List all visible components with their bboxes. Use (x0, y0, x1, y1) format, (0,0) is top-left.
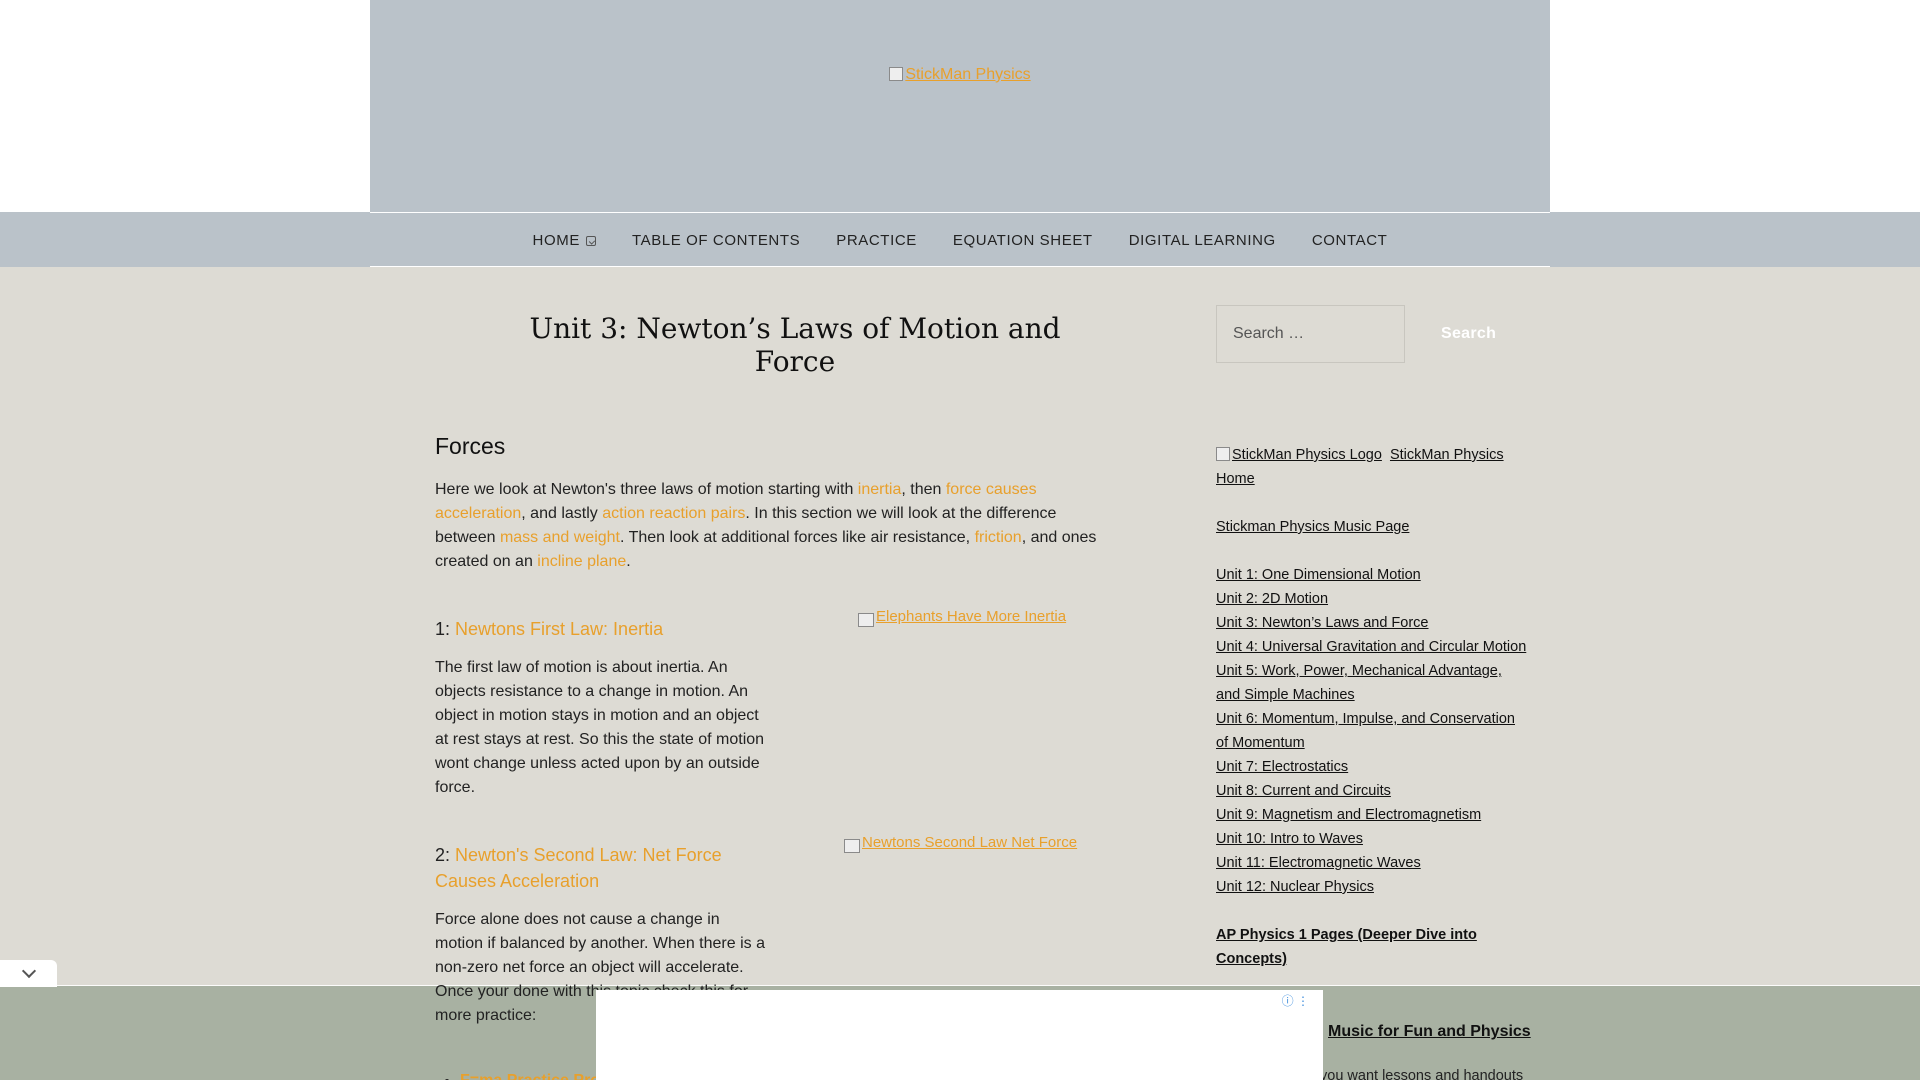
sidebar: Search … Search StickMan Physics Logo St… (1216, 305, 1530, 971)
search-form: Search … Search (1216, 305, 1530, 363)
unit-9-link[interactable]: Unit 9: Magnetism and Electromagnetism (1216, 803, 1530, 827)
unit-1-link[interactable]: Unit 1: One Dimensional Motion (1216, 563, 1530, 587)
ap-physics-block: AP Physics 1 Pages (Deeper Dive into Con… (1216, 923, 1530, 971)
second-law-image-link[interactable]: Newtons Second Law Net Force (844, 834, 1077, 853)
broken-image-icon (858, 613, 874, 627)
nav-contact[interactable]: CONTACT (1294, 232, 1406, 249)
broken-image-icon (889, 67, 904, 81)
law-2-block: 2: Newton's Second Law: Net Force Causes… (435, 834, 1105, 994)
law-1-heading: 1: Newtons First Law: Inertia (435, 616, 765, 642)
ad-info-glyph: ⓘ (1281, 994, 1294, 1008)
law-2-heading: 2: Newton's Second Law: Net Force Causes… (435, 842, 765, 894)
newtons-second-law-link[interactable]: Newton's Second Law: Net Force Causes Ac… (435, 845, 722, 891)
mass-and-weight-link[interactable]: mass and weight (500, 529, 620, 546)
elephants-image-alt: Elephants Have More Inertia (876, 608, 1067, 625)
law-2-number: 2: (435, 845, 456, 865)
unit-8-link[interactable]: Unit 8: Current and Circuits (1216, 779, 1530, 803)
header-band: StickMan Physics (0, 0, 1920, 212)
site-logo-alt: StickMan Physics (905, 66, 1031, 83)
nav-practice[interactable]: PRACTICE (818, 232, 935, 249)
elephants-image-link[interactable]: Elephants Have More Inertia (858, 608, 1066, 627)
incline-plane-link[interactable]: incline plane (537, 553, 626, 570)
ad-collapse-button[interactable] (0, 960, 57, 987)
law-2-body: Force alone does not cause a change in m… (435, 911, 765, 976)
intro-paragraph: Here we look at Newton's three laws of m… (435, 478, 1105, 574)
law-1-number: 1: (435, 619, 456, 639)
law-1-block: 1: Newtons First Law: Inertia The first … (435, 608, 1105, 806)
broken-image-icon (844, 839, 860, 853)
nav-table-of-contents[interactable]: TABLE OF CONTENTS (614, 232, 818, 249)
intro-text: . Then look at additional forces like ai… (620, 529, 975, 546)
intro-text: . (626, 553, 631, 570)
unit-7-link[interactable]: Unit 7: Electrostatics (1216, 755, 1530, 779)
nav-home-label: HOME (532, 232, 580, 249)
intro-text: Here we look at Newton's three laws of m… (435, 481, 858, 498)
unit-3-link[interactable]: Unit 3: Newton’s Laws and Force (1216, 611, 1530, 635)
action-reaction-pairs-link[interactable]: action reaction pairs (602, 505, 745, 522)
search-button[interactable]: Search (1427, 317, 1510, 351)
unit-5-link[interactable]: Unit 5: Work, Power, Mechanical Advantag… (1216, 659, 1530, 707)
site-header: StickMan Physics (370, 0, 1550, 212)
unit-12-link[interactable]: Unit 12: Nuclear Physics (1216, 875, 1530, 899)
unit-2-link[interactable]: Unit 2: 2D Motion (1216, 587, 1530, 611)
ap-physics-link[interactable]: AP Physics 1 Pages (Deeper Dive into Con… (1216, 923, 1530, 971)
search-input[interactable]: Search … (1216, 305, 1405, 363)
sidebar-logo-alt: StickMan Physics Logo (1232, 447, 1382, 463)
sidebar-trailing-text: you want lessons and handouts (1320, 1068, 1524, 1080)
newtons-first-law-link[interactable]: Newtons First Law: Inertia (455, 619, 663, 639)
second-law-image-alt: Newtons Second Law Net Force (862, 834, 1078, 851)
main-content: Unit 3: Newton’s Laws of Motion and Forc… (435, 300, 1105, 994)
ad-box[interactable]: ⓘ ⋮ (596, 990, 1323, 1080)
unit-11-link[interactable]: Unit 11: Electromagnetic Waves (1216, 851, 1530, 875)
inertia-link[interactable]: inertia (858, 481, 902, 498)
sidebar-logo-link[interactable]: StickMan Physics Logo (1216, 447, 1382, 463)
unit-4-link[interactable]: Unit 4: Universal Gravitation and Circul… (1216, 635, 1530, 659)
intro-text: , then (901, 481, 946, 498)
nav-home[interactable]: HOME (515, 232, 614, 249)
sidebar-logo-block: StickMan Physics Logo StickMan Physics H… (1216, 443, 1530, 491)
law-1-body: The first law of motion is about inertia… (435, 659, 765, 796)
page-title: Unit 3: Newton’s Laws of Motion and Forc… (529, 312, 1061, 378)
unit-10-link[interactable]: Unit 10: Intro to Waves (1216, 827, 1530, 851)
nav-digital-learning[interactable]: DIGITAL LEARNING (1111, 232, 1294, 249)
friction-link[interactable]: friction (975, 529, 1022, 546)
intro-text: , and lastly (521, 505, 603, 522)
music-block: Stickman Physics Music Page (1216, 515, 1530, 539)
section-title: Forces (435, 433, 506, 459)
site-logo-link[interactable]: StickMan Physics (370, 66, 1550, 84)
search-placeholder: Search … (1233, 325, 1305, 342)
chevron-down-icon[interactable] (585, 235, 596, 246)
chevron-down-icon (21, 963, 36, 979)
nav-equation-sheet[interactable]: EQUATION SHEET (935, 232, 1111, 249)
music-page-link[interactable]: Stickman Physics Music Page (1216, 515, 1530, 539)
broken-image-icon (1216, 447, 1230, 461)
units-list: Unit 1: One Dimensional Motion Unit 2: 2… (1216, 563, 1530, 899)
primary-navigation: HOME TABLE OF CONTENTS PRACTICE EQUATION… (370, 212, 1550, 267)
ad-info-icon[interactable]: ⓘ ⋮ (1282, 992, 1309, 1009)
nav-band: HOME TABLE OF CONTENTS PRACTICE EQUATION… (0, 212, 1920, 267)
unit-6-link[interactable]: Unit 6: Momentum, Impulse, and Conservat… (1216, 707, 1530, 755)
